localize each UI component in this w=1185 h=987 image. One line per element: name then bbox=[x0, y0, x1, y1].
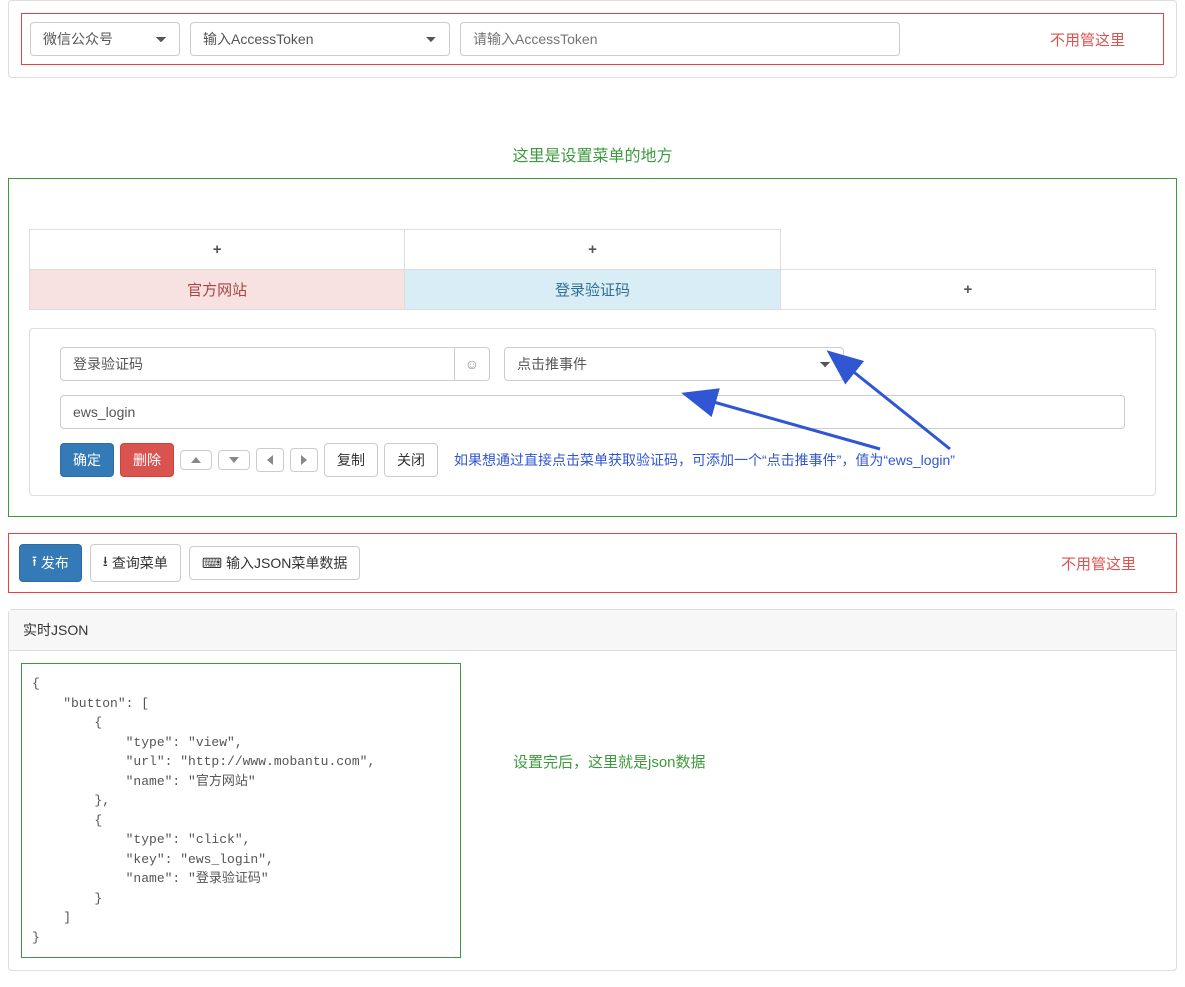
add-submenu-2[interactable]: + bbox=[405, 230, 780, 270]
menu-editor: ☺ 点击推事件 确定 删除 复制 关闭 如果想通过直接点击菜单获取验证码，可添加… bbox=[29, 328, 1156, 496]
copy-button[interactable]: 复制 bbox=[324, 443, 378, 477]
close-button[interactable]: 关闭 bbox=[384, 443, 438, 477]
menu-tab-2[interactable]: 登录验证码 bbox=[405, 270, 780, 310]
access-token-input[interactable] bbox=[460, 22, 900, 56]
event-type-select[interactable]: 点击推事件 bbox=[504, 347, 844, 381]
top-config-bar: 微信公众号 输入AccessToken 不用管这里 bbox=[21, 13, 1164, 65]
confirm-button[interactable]: 确定 bbox=[60, 443, 114, 477]
chevron-right-icon bbox=[301, 455, 307, 465]
event-key-input[interactable] bbox=[60, 395, 1125, 429]
move-right-button[interactable] bbox=[290, 448, 318, 472]
menu-area: + + 官方网站 登录验证码 + ☺ 点击推事件 bbox=[8, 178, 1177, 517]
mode-select[interactable]: 输入AccessToken bbox=[190, 22, 450, 56]
action-note: 不用管这里 bbox=[1061, 553, 1136, 574]
menu-area-title: 这里是设置菜单的地方 bbox=[8, 142, 1177, 166]
delete-button[interactable]: 删除 bbox=[120, 443, 174, 477]
emoji-icon[interactable]: ☺ bbox=[455, 347, 490, 381]
json-panel-title: 实时JSON bbox=[9, 610, 1176, 651]
menu-tabs: + + 官方网站 登录验证码 + bbox=[29, 229, 1156, 310]
move-up-button[interactable] bbox=[180, 450, 212, 470]
input-json-button[interactable]: ⌨ 输入JSON菜单数据 bbox=[189, 546, 361, 580]
move-left-button[interactable] bbox=[256, 448, 284, 472]
upload-icon: ⭱ bbox=[32, 551, 37, 575]
menu-tab-1[interactable]: 官方网站 bbox=[30, 270, 405, 310]
publish-button[interactable]: ⭱ 发布 bbox=[19, 544, 82, 582]
top-note: 不用管这里 bbox=[1050, 29, 1125, 50]
platform-select[interactable]: 微信公众号 bbox=[30, 22, 180, 56]
keyboard-icon: ⌨ bbox=[202, 555, 222, 572]
json-panel: 实时JSON { "button": [ { "type": "view", "… bbox=[8, 609, 1177, 971]
chevron-down-icon bbox=[229, 457, 239, 463]
action-bar: ⭱ 发布 ⭳ 查询菜单 ⌨ 输入JSON菜单数据 不用管这里 bbox=[8, 533, 1177, 593]
menu-name-input[interactable] bbox=[60, 347, 455, 381]
query-menu-button[interactable]: ⭳ 查询菜单 bbox=[90, 544, 181, 582]
download-icon: ⭳ bbox=[103, 551, 108, 575]
move-down-button[interactable] bbox=[218, 450, 250, 470]
json-note: 设置完后，这里就是json数据 bbox=[513, 751, 706, 772]
editor-hint: 如果想通过直接点击菜单获取验证码，可添加一个“点击推事件”，值为“ews_log… bbox=[454, 450, 955, 470]
add-submenu-1[interactable]: + bbox=[30, 230, 405, 270]
chevron-left-icon bbox=[267, 455, 273, 465]
add-menu[interactable]: + bbox=[780, 270, 1155, 310]
chevron-up-icon bbox=[191, 457, 201, 463]
json-output: { "button": [ { "type": "view", "url": "… bbox=[21, 663, 461, 958]
